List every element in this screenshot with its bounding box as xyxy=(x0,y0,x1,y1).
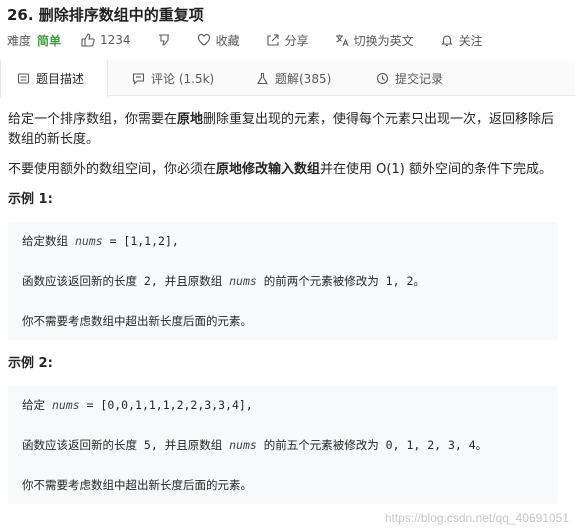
like-button[interactable]: 1234 xyxy=(81,33,131,47)
example-1-title: 示例 1: xyxy=(8,192,53,207)
problem-meta-bar: 难度 简单 1234 收藏 分享 切换为英文 关注 xyxy=(7,31,509,49)
code-line: 你不需要考虑数组中超出新长度后面的元素。 xyxy=(22,314,252,328)
example-2-code-block: 给定 nums = [0,0,1,1,1,2,2,3,3,4], 函数应该返回新… xyxy=(8,386,558,504)
favorite-button[interactable]: 收藏 xyxy=(197,32,240,49)
tab-description[interactable]: 题目描述 xyxy=(0,60,108,97)
follow-button[interactable]: 关注 xyxy=(440,32,483,49)
comment-icon xyxy=(132,72,145,85)
code-text: = [1,1,2], xyxy=(102,234,179,248)
code-text: 的前两个元素被修改为 1, 2。 xyxy=(256,274,425,288)
document-icon xyxy=(17,73,30,84)
watermark: https://blog.csdn.net/qq_40691051 xyxy=(384,511,569,525)
emphasis-text: 原地 xyxy=(177,112,204,127)
description-paragraph-1: 给定一个排序数组，你需要在原地删除重复出现的元素，使得每个元素只出现一次，返回移… xyxy=(8,110,558,150)
thumbs-down-icon xyxy=(158,34,169,46)
problem-description: 给定一个排序数组，你需要在原地删除重复出现的元素，使得每个元素只出现一次，返回移… xyxy=(8,110,558,518)
heart-icon xyxy=(197,33,210,46)
code-line: 给定 nums = [0,0,1,1,1,2,2,3,3,4], xyxy=(22,396,544,414)
follow-label: 关注 xyxy=(458,33,483,48)
tab-label: 评论 (1.5k) xyxy=(151,71,215,86)
tab-comments[interactable]: 评论 (1.5k) xyxy=(132,60,214,96)
tab-label: 提交记录 xyxy=(395,71,444,86)
text: 不要使用额外的数组空间，你必须在 xyxy=(8,162,217,177)
tab-label: 题目描述 xyxy=(36,72,85,86)
code-text: 函数应该返回新的长度 5, 并且原数组 xyxy=(22,438,230,452)
code-variable: nums xyxy=(74,234,103,248)
text: 给定一个排序数组，你需要在 xyxy=(8,112,178,127)
difficulty-label: 难度 xyxy=(7,33,32,48)
share-button[interactable]: 分享 xyxy=(266,32,309,49)
problem-title: 26. 删除排序数组中的重复项 xyxy=(7,6,204,24)
switch-language-label: 切换为英文 xyxy=(353,33,414,48)
favorite-label: 收藏 xyxy=(215,33,240,48)
code-variable: nums xyxy=(229,438,257,452)
switch-language-button[interactable]: 切换为英文 xyxy=(335,32,414,49)
thumbs-up-icon xyxy=(81,33,95,47)
code-variable: nums xyxy=(229,274,257,288)
code-text: = [0,0,1,1,1,2,2,3,3,4], xyxy=(79,398,253,412)
clock-icon xyxy=(376,72,389,84)
translate-icon xyxy=(335,34,349,47)
dislike-button[interactable] xyxy=(157,33,171,47)
share-icon xyxy=(267,34,279,46)
code-variable: nums xyxy=(51,398,80,412)
code-line: 你不需要考虑数组中超出新长度后面的元素。 xyxy=(22,478,252,492)
share-label: 分享 xyxy=(284,33,309,48)
tab-submissions[interactable]: 提交记录 xyxy=(376,60,443,96)
code-line: 函数应该返回新的长度 5, 并且原数组 nums 的前五个元素被修改为 0, 1… xyxy=(22,436,544,454)
code-text: 给定 xyxy=(22,398,52,412)
code-text: 函数应该返回新的长度 2, 并且原数组 xyxy=(22,274,230,288)
code-line: 给定数组 nums = [1,1,2], xyxy=(22,232,544,250)
tab-label: 题解(385) xyxy=(275,71,332,86)
emphasis-text: 原地修改输入数组 xyxy=(216,162,321,177)
code-text: 的前五个元素被修改为 0, 1, 2, 3, 4。 xyxy=(256,438,488,452)
description-paragraph-2: 不要使用额外的数组空间，你必须在原地修改输入数组并在使用 O(1) 额外空间的条… xyxy=(8,160,558,180)
code-text: 给定数组 xyxy=(22,234,75,248)
example-2-title: 示例 2: xyxy=(8,356,53,371)
example-1-code-block: 给定数组 nums = [1,1,2], 函数应该返回新的长度 2, 并且原数组… xyxy=(8,222,558,340)
problem-tabs: 题目描述 评论 (1.5k) 题解(385) 提交记录 xyxy=(0,60,575,97)
like-count: 1234 xyxy=(100,33,131,47)
text: 并在使用 O(1) 额外空间的条件下完成。 xyxy=(320,162,552,177)
flask-icon xyxy=(257,72,268,84)
code-line: 函数应该返回新的长度 2, 并且原数组 nums 的前两个元素被修改为 1, 2… xyxy=(22,272,544,290)
tab-solutions[interactable]: 题解(385) xyxy=(256,60,331,96)
bell-icon xyxy=(440,35,453,47)
difficulty-badge: 简单 xyxy=(37,33,62,48)
